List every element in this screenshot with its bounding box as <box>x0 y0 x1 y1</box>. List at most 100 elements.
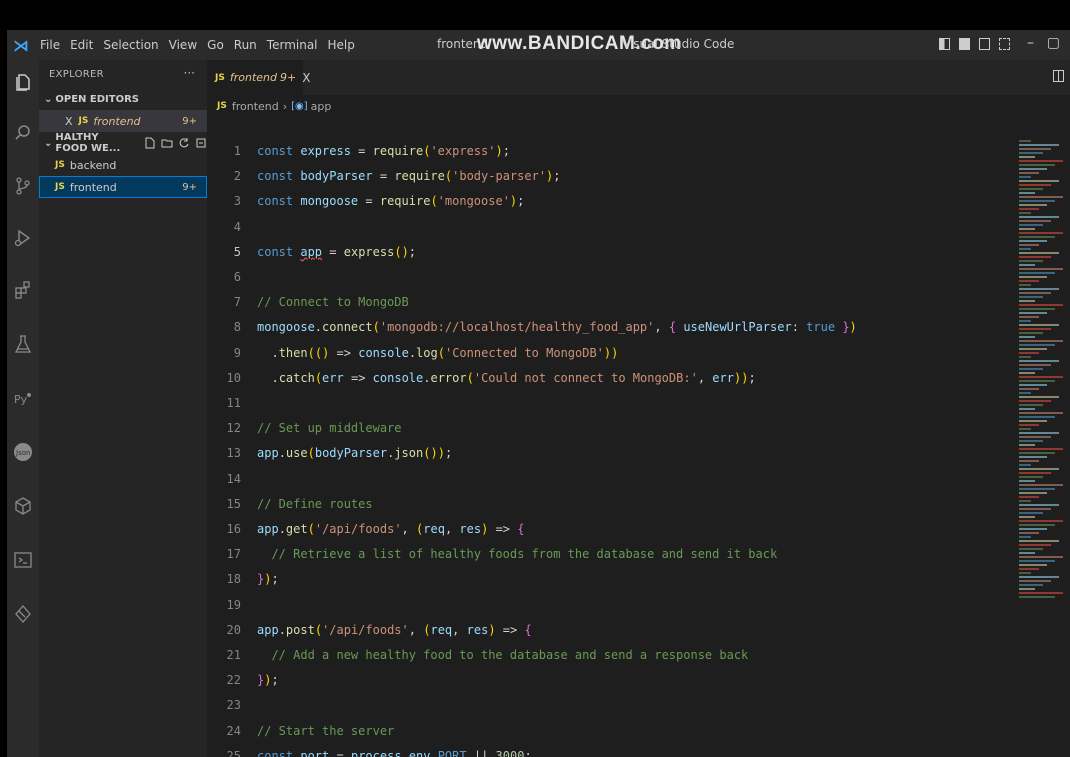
code-line[interactable]: 15 // Define routes <box>207 493 373 515</box>
toggle-secondary-sidebar-icon[interactable] <box>979 38 990 50</box>
open-editors-label: OPEN EDITORS <box>55 93 139 105</box>
menu-edit[interactable]: Edit <box>65 38 98 52</box>
code-line[interactable]: 10 .catch(err => console.error('Could no… <box>207 367 756 389</box>
minimap[interactable] <box>1019 140 1069 610</box>
title-bar: ⋊ File Edit Selection View Go Run Termin… <box>7 30 1070 60</box>
menu-view[interactable]: View <box>164 38 202 52</box>
menu-help[interactable]: Help <box>323 38 360 52</box>
line-text: // Add a new healthy food to the databas… <box>271 648 749 662</box>
code-line[interactable]: 1 const express = require('express'); <box>207 140 510 162</box>
code-line[interactable]: 2 const bodyParser = require('body-parser… <box>207 165 561 187</box>
code-line[interactable]: 6 <box>207 266 257 288</box>
minimap-line <box>1019 352 1039 354</box>
tab-close-button[interactable]: X <box>302 71 310 85</box>
python-icon[interactable]: Py <box>11 386 35 410</box>
minimap-line <box>1019 292 1051 294</box>
code-line[interactable]: 14 <box>207 468 257 490</box>
menu-run[interactable]: Run <box>229 38 262 52</box>
search-icon[interactable] <box>11 121 35 145</box>
menu-terminal[interactable]: Terminal <box>262 38 323 52</box>
file-item-backend[interactable]: JS backend <box>39 154 207 176</box>
line-text: const port = process.env.PORT || 3000; <box>257 748 532 757</box>
split-editor-icon[interactable] <box>1053 70 1064 82</box>
minimap-line <box>1019 232 1063 234</box>
minimap-line <box>1019 180 1059 182</box>
code-line[interactable]: 5 const app = express(); <box>207 241 416 263</box>
extensions-icon[interactable] <box>11 278 35 302</box>
minimap-line <box>1019 560 1055 562</box>
minimize-button[interactable]: – <box>1027 35 1034 51</box>
breadcrumb-symbol[interactable]: app <box>311 100 332 113</box>
terminal-icon[interactable] <box>11 548 35 572</box>
code-line[interactable]: 12 // Set up middleware <box>207 417 402 439</box>
code-line[interactable]: 17 // Retrieve a list of healthy foods f… <box>207 543 778 565</box>
file-name: frontend <box>69 180 117 194</box>
code-line[interactable]: 20 app.post('/api/foods', (req, res) => { <box>207 619 532 641</box>
collapse-all-icon[interactable] <box>195 137 207 149</box>
json-icon[interactable]: Json <box>11 440 35 464</box>
package-icon[interactable] <box>11 494 35 518</box>
minimap-line <box>1019 288 1059 290</box>
breadcrumb-file[interactable]: frontend <box>232 100 279 113</box>
explorer-more-button[interactable]: ··· <box>184 66 195 80</box>
code-line[interactable]: 25 const port = process.env.PORT || 3000; <box>207 745 532 757</box>
refresh-icon[interactable] <box>178 137 190 149</box>
menu-selection[interactable]: Selection <box>98 38 163 52</box>
customize-layout-icon[interactable] <box>999 38 1010 50</box>
code-line[interactable]: 7 // Connect to MongoDB <box>207 291 409 313</box>
minimap-line <box>1019 488 1055 490</box>
menu-go[interactable]: Go <box>202 38 229 52</box>
minimap-line <box>1019 164 1055 166</box>
minimap-line <box>1019 308 1055 310</box>
minimap-line <box>1019 548 1043 550</box>
code-line[interactable]: 4 <box>207 216 257 238</box>
minimap-line <box>1019 456 1047 458</box>
minimap-line <box>1019 212 1031 214</box>
minimap-line <box>1019 520 1063 522</box>
minimap-line <box>1019 496 1039 498</box>
code-line[interactable]: 11 <box>207 392 257 414</box>
open-editor-item[interactable]: X JS frontend 9+ <box>39 110 207 132</box>
minimap-line <box>1019 300 1035 302</box>
code-line[interactable]: 8 mongoose.connect('mongodb://localhost/h… <box>207 316 857 338</box>
run-debug-icon[interactable] <box>11 226 35 250</box>
code-line[interactable]: 3 const mongoose = require('mongoose'); <box>207 190 525 212</box>
minimap-line <box>1019 576 1059 578</box>
minimap-line <box>1019 504 1059 506</box>
new-file-icon[interactable] <box>144 137 156 149</box>
code-line[interactable]: 16 app.get('/api/foods', (req, res) => { <box>207 518 525 540</box>
minimap-line <box>1019 324 1059 326</box>
source-control-icon[interactable] <box>11 174 35 198</box>
folder-section[interactable]: ⌄ HALTHY FOOD WE... <box>39 132 207 154</box>
code-line[interactable]: 23 <box>207 694 257 716</box>
minimap-line <box>1019 392 1031 394</box>
files-icon[interactable] <box>11 70 35 94</box>
code-line[interactable]: 22}); <box>207 669 279 691</box>
minimap-line <box>1019 336 1035 338</box>
code-line[interactable]: 13 app.use(bodyParser.json()); <box>207 442 453 464</box>
file-item-frontend[interactable]: JS frontend 9+ <box>39 176 207 198</box>
restore-button[interactable]: ▢ <box>1047 35 1060 51</box>
minimap-line <box>1019 476 1043 478</box>
open-editors-section[interactable]: ⌄ OPEN EDITORS <box>39 88 207 110</box>
code-line[interactable]: 24 // Start the server <box>207 720 395 742</box>
minimap-line <box>1019 244 1039 246</box>
minimap-line <box>1019 184 1051 186</box>
line-text: }); <box>257 572 279 587</box>
minimap-line <box>1019 412 1063 414</box>
toggle-panel-icon[interactable] <box>959 38 970 50</box>
toggle-primary-sidebar-icon[interactable] <box>939 38 950 50</box>
new-folder-icon[interactable] <box>161 137 173 149</box>
minimap-line <box>1019 540 1059 542</box>
code-line[interactable]: 21 // Add a new healthy food to the data… <box>207 644 749 666</box>
open-editor-problem-badge: 9+ <box>182 115 197 127</box>
close-icon[interactable]: X <box>65 115 73 128</box>
testing-icon[interactable] <box>11 332 35 356</box>
menu-file[interactable]: File <box>35 38 65 52</box>
tab-frontend[interactable]: JS frontend 9+ X <box>207 60 310 95</box>
remote-icon[interactable] <box>11 602 35 626</box>
code-editor[interactable]: 1 const express = require('express'); 2 con… <box>207 140 1007 757</box>
code-line[interactable]: 18}); <box>207 568 279 590</box>
code-line[interactable]: 19 <box>207 594 257 616</box>
code-line[interactable]: 9 .then(() => console.log('Connected to … <box>207 342 619 364</box>
